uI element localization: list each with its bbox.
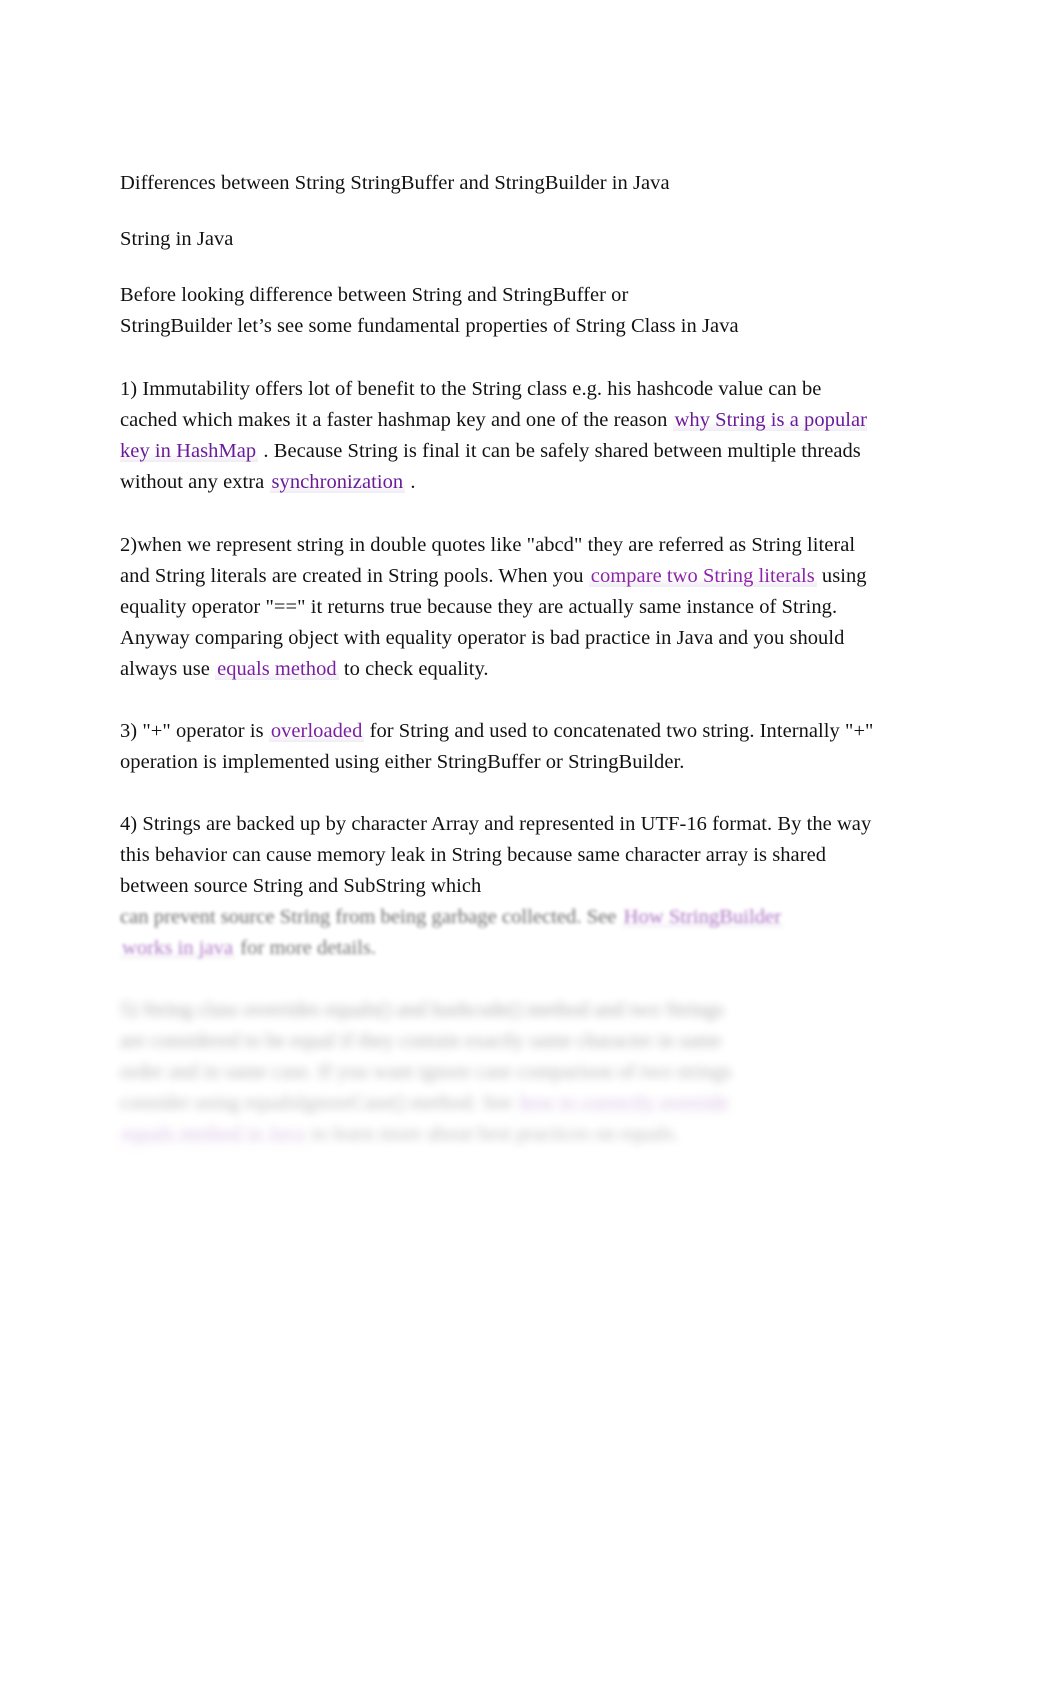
paragraph-1-number: 1) bbox=[120, 378, 138, 400]
link-how-to-correctly-override-equals-method[interactable]: how to correctly override bbox=[517, 1092, 731, 1114]
paragraph-4-tail-line-1: can prevent source String from being gar… bbox=[120, 906, 622, 928]
paragraph-3-text-before: "+" operator is bbox=[137, 720, 269, 742]
paragraph-1-text-after: . bbox=[405, 471, 416, 493]
paragraph-4-tail: can prevent source String from being gar… bbox=[120, 902, 880, 964]
paragraph-5-line-5: to learn more about best practices on eq… bbox=[306, 1123, 679, 1145]
paragraph-4-text-before: Strings are backed up by character Array… bbox=[120, 813, 872, 897]
document-title-text: Differences between String StringBuffer … bbox=[120, 172, 670, 194]
link-synchronization[interactable]: synchronization bbox=[269, 471, 406, 493]
paragraph-3: 3) "+" operator is overloaded for String… bbox=[120, 716, 880, 778]
intro-line-2: StringBuilder let’s see some fundamental… bbox=[120, 315, 739, 337]
paragraph-5-line-2: are considered to be equal if they conta… bbox=[120, 1030, 722, 1052]
intro-paragraph: Before looking difference between String… bbox=[120, 280, 880, 342]
document-subtitle-text: String in Java bbox=[120, 228, 234, 250]
paragraph-1: 1) Immutability offers lot of benefit to… bbox=[120, 374, 880, 498]
paragraph-5: 5) String class overrides equals() and h… bbox=[120, 995, 880, 1150]
document-page: Differences between String StringBuffer … bbox=[0, 0, 1062, 1691]
paragraph-5-line-1: 5) String class overrides equals() and h… bbox=[120, 999, 724, 1021]
paragraph-2-text-after: to check equality. bbox=[338, 658, 489, 680]
paragraph-4-number: 4) bbox=[120, 813, 138, 835]
link-equals-method-in-java[interactable]: equals method in Java bbox=[120, 1123, 307, 1145]
link-overloaded[interactable]: overloaded bbox=[268, 720, 365, 742]
link-compare-two-string-literals[interactable]: compare two String literals bbox=[588, 565, 817, 587]
paragraph-2: 2)when we represent string in double quo… bbox=[120, 530, 880, 685]
paragraph-5-line-3: order and in same case. If you want igno… bbox=[120, 1061, 732, 1083]
link-how-stringbuilder-works-in-java-cont[interactable]: works in java bbox=[120, 937, 236, 959]
document-subtitle: String in Java bbox=[120, 224, 880, 255]
faded-region: can prevent source String from being gar… bbox=[80, 902, 920, 1150]
paragraph-2-number: 2) bbox=[120, 534, 138, 556]
paragraph-4: 4) Strings are backed up by character Ar… bbox=[120, 809, 880, 902]
paragraph-3-number: 3) bbox=[120, 720, 138, 742]
intro-line-1: Before looking difference between String… bbox=[120, 284, 629, 306]
link-how-stringbuilder-works-in-java[interactable]: How StringBuilder bbox=[621, 906, 784, 928]
link-equals-method[interactable]: equals method bbox=[215, 658, 339, 680]
paragraph-5-line-4: consider using equalsIgnoreCase() method… bbox=[120, 1092, 518, 1114]
document-content: Differences between String StringBuffer … bbox=[80, 168, 920, 1150]
paragraph-4-tail-line-2: for more details. bbox=[235, 937, 377, 959]
document-title: Differences between String StringBuffer … bbox=[120, 168, 880, 199]
